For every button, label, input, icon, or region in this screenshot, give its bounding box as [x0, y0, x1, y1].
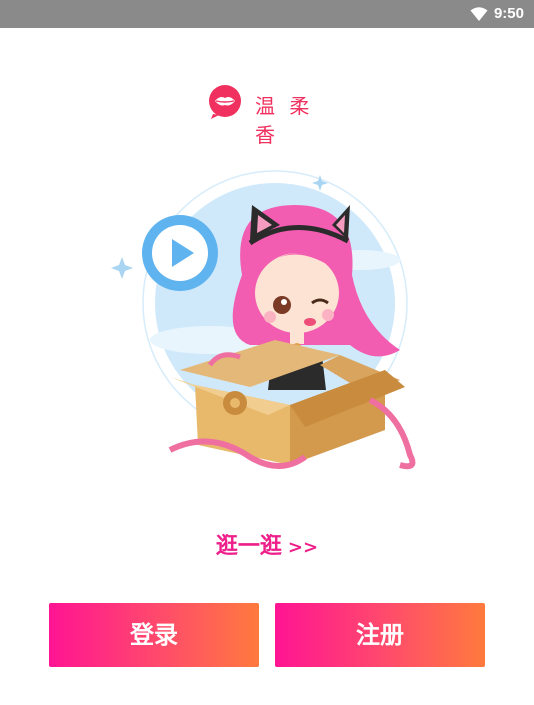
browse-link[interactable]: 逛一逛 >>	[0, 528, 534, 560]
wifi-icon	[470, 7, 488, 21]
browse-label: 逛一逛	[215, 534, 282, 559]
register-button[interactable]: 注册	[275, 603, 485, 667]
status-time: 9:50	[493, 5, 524, 22]
girl-in-box-illustration	[111, 170, 416, 470]
app-name: 温 柔 香	[255, 94, 314, 147]
login-button[interactable]: 登录	[49, 603, 259, 667]
status-bar: 9:50	[0, 0, 534, 28]
lips-logo-icon	[209, 85, 241, 119]
brand-header: 温 柔 香	[207, 84, 347, 147]
browse-arrows: >>	[287, 537, 319, 558]
